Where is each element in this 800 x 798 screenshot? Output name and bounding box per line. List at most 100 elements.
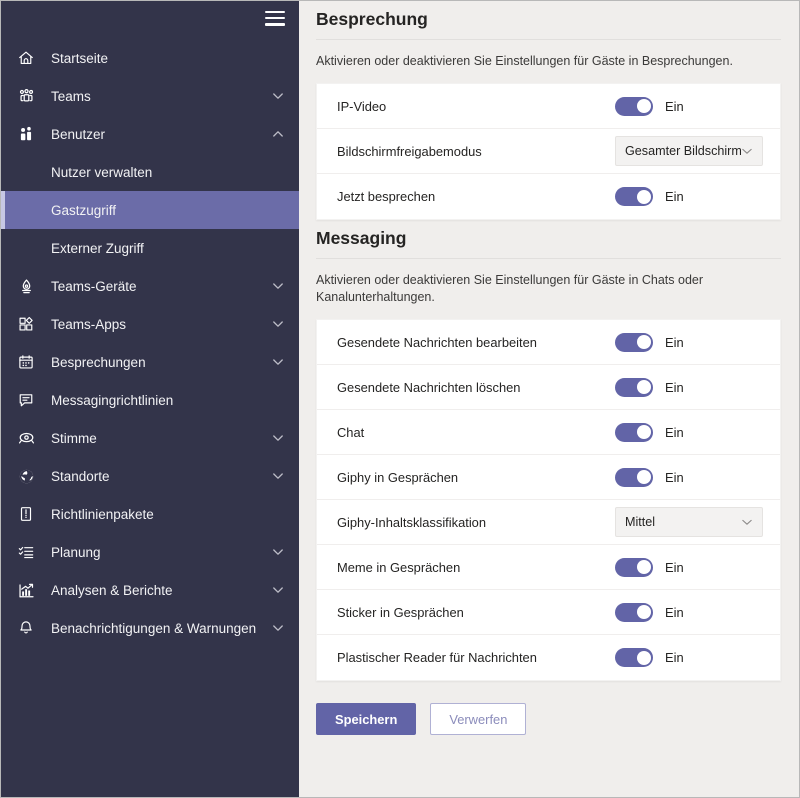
chevron-down-icon[interactable] bbox=[271, 317, 285, 331]
chevron-down-icon[interactable] bbox=[271, 621, 285, 635]
dropdown-select[interactable]: Mittel bbox=[615, 507, 763, 537]
setting-control: Ein bbox=[615, 558, 770, 577]
sidebar-item-label: Stimme bbox=[51, 431, 271, 446]
setting-row: Gesendete Nachrichten löschenEin bbox=[317, 365, 780, 410]
setting-row: BildschirmfreigabemodusGesamter Bildschi… bbox=[317, 129, 780, 174]
toggle-knob bbox=[637, 190, 651, 204]
toggle-knob bbox=[637, 651, 651, 665]
setting-label: Jetzt besprechen bbox=[337, 189, 615, 204]
setting-row: IP-VideoEin bbox=[317, 84, 780, 129]
home-icon bbox=[15, 47, 37, 69]
chevron-placeholder bbox=[271, 393, 285, 407]
sidebar-header bbox=[1, 1, 299, 35]
sidebar-subitem-nutzer-verwalten[interactable]: Nutzer verwalten bbox=[1, 153, 299, 191]
toggle-switch[interactable] bbox=[615, 468, 653, 487]
toggle-switch[interactable] bbox=[615, 187, 653, 206]
chevron-up-icon[interactable] bbox=[271, 127, 285, 141]
toggle-knob bbox=[637, 335, 651, 349]
setting-row: Sticker in GesprächenEin bbox=[317, 590, 780, 635]
toggle-knob bbox=[637, 560, 651, 574]
sidebar-item-label: Besprechungen bbox=[51, 355, 271, 370]
setting-row: Meme in Gesprächen Ein bbox=[317, 545, 780, 590]
settings-section: BesprechungAktivieren oder deaktivieren … bbox=[316, 1, 789, 220]
chevron-down-icon[interactable] bbox=[271, 89, 285, 103]
toggle-knob bbox=[637, 605, 651, 619]
setting-label: Chat bbox=[337, 425, 615, 440]
sidebar-item-messagingrichtlinien[interactable]: Messagingrichtlinien bbox=[1, 381, 299, 419]
toggle-switch[interactable] bbox=[615, 648, 653, 667]
device-icon bbox=[15, 275, 37, 297]
chevron-down-icon[interactable] bbox=[271, 545, 285, 559]
bell-icon bbox=[15, 617, 37, 639]
setting-label: Bildschirmfreigabemodus bbox=[337, 144, 615, 159]
toggle-switch[interactable] bbox=[615, 97, 653, 116]
setting-row: Jetzt besprechen Ein bbox=[317, 174, 780, 219]
toggle-state-label: Ein bbox=[665, 650, 684, 665]
toggle-switch[interactable] bbox=[615, 603, 653, 622]
sidebar-item-label: Messagingrichtlinien bbox=[51, 393, 271, 408]
section-description: Aktivieren oder deaktivieren Sie Einstel… bbox=[316, 259, 736, 306]
sidebar-item-stimme[interactable]: Stimme bbox=[1, 419, 299, 457]
sidebar-item-label: Richtlinienpakete bbox=[51, 507, 271, 522]
setting-label: Giphy-Inhaltsklassifikation bbox=[337, 515, 615, 530]
setting-control: Ein bbox=[615, 648, 770, 667]
setting-label: Meme in Gesprächen bbox=[337, 560, 615, 575]
checklist-icon bbox=[15, 541, 37, 563]
sidebar-item-benutzer[interactable]: Benutzer bbox=[1, 115, 299, 153]
toggle-knob bbox=[637, 99, 651, 113]
teams-icon bbox=[15, 85, 37, 107]
chevron-down-icon[interactable] bbox=[271, 583, 285, 597]
sidebar-item-label: Planung bbox=[51, 545, 271, 560]
sidebar-item-teams-geräte[interactable]: Teams-Geräte bbox=[1, 267, 299, 305]
sidebar-item-richtlinienpakete[interactable]: Richtlinienpakete bbox=[1, 495, 299, 533]
setting-control: Ein bbox=[615, 603, 770, 622]
setting-label: Gesendete Nachrichten löschen bbox=[337, 380, 615, 395]
analytics-icon bbox=[15, 579, 37, 601]
toggle-knob bbox=[637, 380, 651, 394]
hamburger-icon[interactable] bbox=[265, 11, 285, 26]
toggle-switch[interactable] bbox=[615, 333, 653, 352]
setting-row: Plastischer Reader für NachrichtenEin bbox=[317, 635, 780, 680]
save-button[interactable]: Speichern bbox=[316, 703, 416, 735]
sidebar-item-label: Standorte bbox=[51, 469, 271, 484]
settings-sections: BesprechungAktivieren oder deaktivieren … bbox=[316, 1, 789, 681]
sidebar-item-label: Teams-Geräte bbox=[51, 279, 271, 294]
sidebar-item-startseite[interactable]: Startseite bbox=[1, 39, 299, 77]
sidebar-subitem-gastzugriff[interactable]: Gastzugriff bbox=[1, 191, 299, 229]
toggle-switch[interactable] bbox=[615, 378, 653, 397]
globe-icon bbox=[15, 465, 37, 487]
sidebar-navigation: Startseite Teams Benutzer Nutzer verwaltenG… bbox=[1, 1, 299, 797]
sidebar-item-benachrichtigungen-warnungen[interactable]: Benachrichtigungen & Warnungen bbox=[1, 609, 299, 647]
sidebar-item-standorte[interactable]: Standorte bbox=[1, 457, 299, 495]
sidebar-item-label: Benutzer bbox=[51, 127, 271, 142]
section-description: Aktivieren oder deaktivieren Sie Einstel… bbox=[316, 40, 736, 70]
dropdown-select[interactable]: Gesamter Bildschirm bbox=[615, 136, 763, 166]
toggle-state-label: Ein bbox=[665, 560, 684, 575]
package-icon bbox=[15, 503, 37, 525]
discard-button[interactable]: Verwerfen bbox=[430, 703, 526, 735]
settings-card: IP-VideoEinBildschirmfreigabemodusGesamt… bbox=[316, 83, 781, 220]
toggle-switch[interactable] bbox=[615, 558, 653, 577]
chevron-down-icon bbox=[741, 145, 753, 157]
toggle-knob bbox=[637, 470, 651, 484]
chevron-down-icon[interactable] bbox=[271, 469, 285, 483]
setting-row: Chat Ein bbox=[317, 410, 780, 455]
settings-content-panel: BesprechungAktivieren oder deaktivieren … bbox=[299, 1, 799, 797]
chevron-down-icon[interactable] bbox=[271, 355, 285, 369]
toggle-state-label: Ein bbox=[665, 425, 684, 440]
toggle-knob bbox=[637, 425, 651, 439]
sidebar-item-teams[interactable]: Teams bbox=[1, 77, 299, 115]
sidebar-item-analysen-berichte[interactable]: Analysen & Berichte bbox=[1, 571, 299, 609]
setting-label: Giphy in Gesprächen bbox=[337, 470, 615, 485]
sidebar-item-planung[interactable]: Planung bbox=[1, 533, 299, 571]
sidebar-item-teams-apps[interactable]: Teams-Apps bbox=[1, 305, 299, 343]
chevron-down-icon[interactable] bbox=[271, 431, 285, 445]
sidebar-subitem-externer-zugriff[interactable]: Externer Zugriff bbox=[1, 229, 299, 267]
form-actions: Speichern Verwerfen bbox=[316, 703, 789, 745]
setting-label: Gesendete Nachrichten bearbeiten bbox=[337, 335, 615, 350]
toggle-state-label: Ein bbox=[665, 189, 684, 204]
chevron-down-icon[interactable] bbox=[271, 279, 285, 293]
toggle-switch[interactable] bbox=[615, 423, 653, 442]
sidebar-item-label: Teams bbox=[51, 89, 271, 104]
sidebar-item-besprechungen[interactable]: Besprechungen bbox=[1, 343, 299, 381]
